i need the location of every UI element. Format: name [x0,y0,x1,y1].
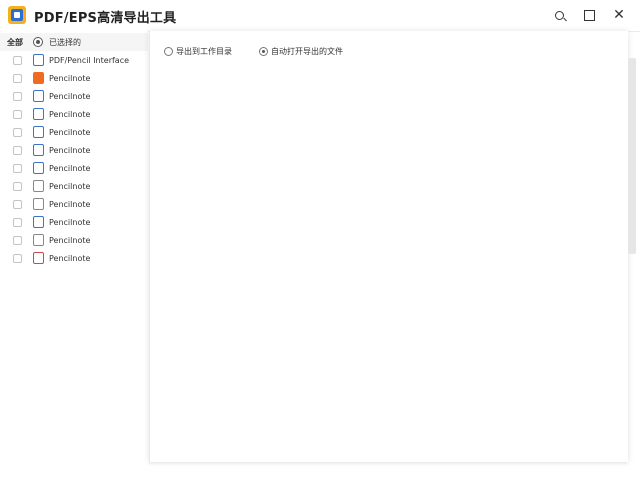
list-item-label: Pencilnote [49,127,91,137]
list-item-label: Pencilnote [49,199,91,209]
export-to-working-dir-option[interactable]: 导出到工作目录 [164,46,232,57]
list-item[interactable]: Pencilnote [0,123,148,141]
file-icon [33,216,44,228]
item-checkbox[interactable] [13,199,22,209]
list-item[interactable]: Pencilnote [0,105,148,123]
document-icon [33,54,44,66]
file-icon [33,252,44,264]
option-label: 导出到工作目录 [176,47,232,56]
file-icon [33,180,44,192]
option-label: 自动打开导出的文件 [271,47,343,56]
list-item-label: Pencilnote [49,163,91,173]
file-icon [33,144,44,156]
app-logo-icon [8,6,26,24]
sidebar-header-item-label: 已选择的 [49,37,81,47]
list-item[interactable]: Pencilnote [0,87,148,105]
maximize-icon [583,9,595,21]
file-icon [33,108,44,120]
file-icon [33,234,44,246]
list-item[interactable]: Pencilnote [0,195,148,213]
item-checkbox[interactable] [13,73,22,83]
item-checkbox[interactable] [13,163,22,173]
sidebar-header-row[interactable]: 全部 已选择的 [0,33,148,51]
file-icon [33,198,44,210]
list-item[interactable]: Pencilnote [0,141,148,159]
maximize-button[interactable] [578,5,600,25]
search-button[interactable] [548,5,570,25]
item-checkbox[interactable] [13,235,22,245]
list-item[interactable]: Pencilnote [0,177,148,195]
list-item-label: Pencilnote [49,235,91,245]
auto-open-exported-option[interactable]: 自动打开导出的文件 [259,46,343,57]
list-item-label: Pencilnote [49,73,91,83]
list-item-label: Pencilnote [49,109,91,119]
scrollbar[interactable] [628,58,636,254]
item-checkbox[interactable] [13,109,22,119]
list-item-label: Pencilnote [49,91,91,101]
file-icon [33,162,44,174]
list-item-label: Pencilnote [49,181,91,191]
select-all-label[interactable]: 全部 [7,37,23,48]
close-button[interactable]: ✕ [608,5,630,25]
list-item[interactable]: Pencilnote [0,231,148,249]
sidebar: 全部 已选择的 PDF/Pencil Interface Pencilnote … [0,31,148,480]
item-checkbox[interactable] [13,181,22,191]
list-item-label: Pencilnote [49,145,91,155]
main-panel: 导出到工作目录 自动打开导出的文件 [149,31,628,462]
title-bar: PDF/EPS高清导出工具 ✕ [0,0,640,32]
list-item-label: Pencilnote [49,253,91,263]
orange-file-icon [33,72,44,84]
list-item-label: Pencilnote [49,217,91,227]
list-item[interactable]: PDF/Pencil Interface [0,51,148,69]
list-item[interactable]: Pencilnote [0,249,148,267]
list-item[interactable]: Pencilnote [0,159,148,177]
list-item[interactable]: Pencilnote [0,69,148,87]
search-icon [554,10,564,20]
item-checkbox[interactable] [13,127,22,137]
list-item-label: PDF/Pencil Interface [49,55,130,65]
radio-circle-icon [33,37,43,47]
file-icon [33,126,44,138]
list-item[interactable]: Pencilnote [0,213,148,231]
item-checkbox[interactable] [13,217,22,227]
item-checkbox[interactable] [13,91,22,101]
item-checkbox[interactable] [13,253,22,263]
item-checkbox[interactable] [13,145,22,155]
radio-button[interactable] [259,47,268,56]
app-title: PDF/EPS高清导出工具 [34,11,177,26]
radio-button[interactable] [164,47,173,56]
file-icon [33,90,44,102]
item-checkbox[interactable] [13,55,22,65]
close-icon: ✕ [613,7,625,23]
panel-bottom-shadow [149,462,627,466]
